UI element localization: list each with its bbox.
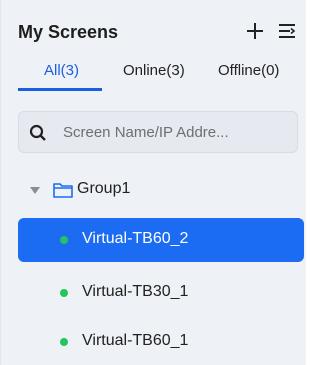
search-icon [29, 124, 46, 141]
group-row[interactable]: Group1 [18, 176, 300, 206]
status-tabs: All(3) Online(3) Offline(0) [18, 62, 300, 92]
active-tab-indicator [18, 88, 102, 91]
screen-item[interactable]: Virtual-TB60_2 [18, 218, 304, 262]
screen-name: Virtual-TB60_1 [82, 332, 189, 349]
screen-name: Virtual-TB30_1 [82, 283, 189, 300]
online-status-dot [60, 338, 68, 346]
screens-panel: My Screens All(3) Online(3) Offline(0) S… [0, 0, 306, 365]
folder-icon [53, 183, 73, 198]
caret-down-icon[interactable] [30, 187, 40, 195]
plus-icon[interactable] [244, 20, 266, 42]
search-box [18, 111, 298, 153]
screen-item[interactable]: Virtual-TB60_1 [18, 320, 304, 364]
screen-name: Virtual-TB60_2 [82, 230, 189, 247]
tab-offline[interactable]: Offline(0) [218, 62, 279, 79]
search-input[interactable] [63, 121, 285, 143]
group-label: Group1 [77, 180, 131, 197]
online-status-dot [60, 289, 68, 297]
list-filter-icon[interactable] [276, 20, 298, 42]
panel-header: My Screens [18, 20, 300, 48]
page-title: My Screens [18, 22, 119, 42]
tab-online[interactable]: Online(3) [123, 62, 185, 79]
screen-item[interactable]: Virtual-TB30_1 [18, 271, 304, 315]
online-status-dot [60, 236, 68, 244]
tab-all[interactable]: All(3) [44, 62, 79, 79]
